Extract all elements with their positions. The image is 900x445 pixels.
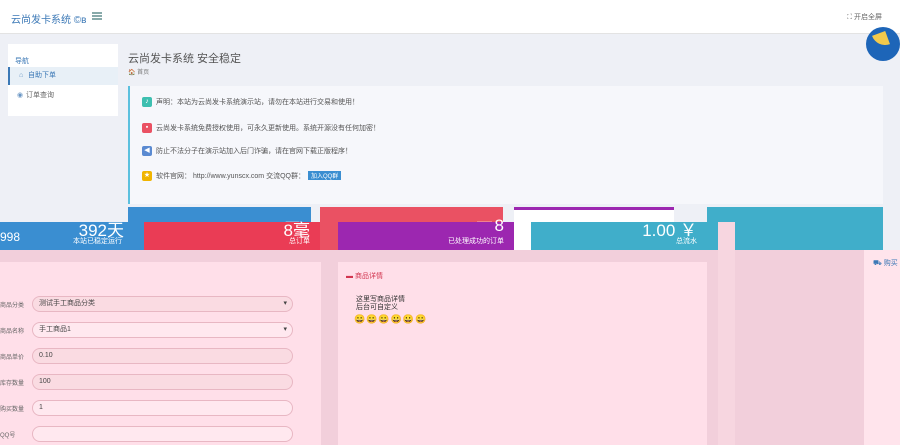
price-field: 0.10: [32, 348, 293, 364]
notice-item: ◀ 防止不法分子在演示站加入后门诈骗，请在官网下载正版程序！: [142, 146, 352, 157]
brand-logo[interactable]: 云尚发卡系统 ©ʙ: [11, 11, 86, 26]
qq-avatar-icon[interactable]: [866, 27, 900, 61]
sidebar-item-order[interactable]: ⌂ 自助下单: [8, 67, 118, 85]
detail-title-text: 商品详情: [354, 273, 383, 280]
stat-label: 已处理成功的订单: [448, 238, 504, 245]
eye-icon: ◉: [17, 92, 24, 99]
gift-icon: ▪: [142, 123, 152, 134]
emoji-row: 😀😀😀😀😀😀: [354, 314, 428, 324]
top-navbar: 云尚发卡系统 ©ʙ ⛶ 开启全屏: [0, 0, 900, 34]
menu-toggle-icon[interactable]: [92, 12, 102, 20]
category-select[interactable]: 测试手工商品分类: [32, 296, 293, 312]
star-icon: ★: [142, 171, 152, 182]
form-label: 商品分类: [0, 303, 25, 309]
buy-panel-title: ⛟ 购买: [873, 258, 898, 268]
home-icon: ⌂: [19, 72, 24, 79]
right-panel: [864, 250, 900, 445]
product-description: 这里写商品详情 后台可自定义: [356, 296, 405, 312]
description-line: 这里写商品详情: [356, 296, 405, 303]
detail-title: ▬ 商品详情: [346, 271, 383, 281]
bell-icon: ♪: [142, 97, 152, 108]
stat-label: 总流水: [676, 238, 697, 245]
notice-item: ★ 软件官网： http://www.yunscx.com 交流QQ群： 加入QQ群: [142, 171, 342, 182]
form-label: 商品名称: [0, 329, 25, 335]
card-icon: ▬: [346, 273, 355, 280]
sidebar-item-label: 自助下单: [28, 72, 56, 79]
form-label: 库存数量: [0, 381, 25, 387]
notice-text: 防止不法分子在演示站加入后门诈骗，请在官网下载正版程序！: [156, 148, 352, 155]
stat-card-success: 8 已处理成功的订单: [338, 216, 514, 250]
fullscreen-button[interactable]: ⛶ 开启全屏: [847, 12, 882, 22]
notice-text: 云尚发卡系统免费授权使用，可永久更新使用。系统开源没有任何加密！: [156, 125, 380, 132]
notice-text: 声明：本站为云尚发卡系统演示站，请勿在本站进行交易和使用！: [156, 99, 359, 106]
stat-value-clipped: 998: [0, 230, 21, 244]
product-detail-panel: [338, 262, 707, 445]
stat-card-flow-ghost: 1.00 ￥ 总流水: [531, 221, 707, 250]
stat-card-uptime-ghost: 392天 本站已稳定运行 998: [0, 221, 128, 250]
notice-item: ▪ 云尚发卡系统免费授权使用，可永久更新使用。系统开源没有任何加密！: [142, 123, 380, 134]
form-label: 商品单价: [0, 355, 25, 361]
form-label: 购买数量: [0, 407, 25, 413]
stat-label: 本站已稳定运行: [73, 238, 122, 245]
sidebar-heading: 导航: [15, 58, 29, 65]
description-line: 后台可自定义: [356, 304, 398, 311]
notice-item: ♪ 声明：本站为云尚发卡系统演示站，请勿在本站进行交易和使用！: [142, 97, 359, 108]
page-title: 云尚发卡系统 安全稳定: [128, 53, 242, 65]
quantity-input[interactable]: 1: [32, 400, 293, 416]
sidebar-item-query[interactable]: ◉ 订单查询: [8, 87, 118, 105]
join-qq-group-link[interactable]: 加入QQ群: [307, 171, 342, 180]
buy-panel-title-text: 购买: [883, 260, 898, 267]
cart-icon: ⛟: [873, 260, 882, 267]
form-label: QQ号: [0, 433, 16, 439]
bullhorn-icon: ◀: [142, 146, 152, 157]
sidebar-item-label: 订单查询: [26, 92, 54, 99]
qq-input[interactable]: [32, 426, 293, 442]
notice-panel: ♪ 声明：本站为云尚发卡系统演示站，请勿在本站进行交易和使用！ ▪ 云尚发卡系统免费…: [128, 86, 883, 204]
stat-card-orders-ghost: 8毫 总订单: [144, 221, 320, 250]
stat-label: 总订单: [289, 238, 310, 245]
sidebar: 导航 ⌂ 自助下单 ◉ 订单查询: [8, 44, 118, 116]
product-select[interactable]: 手工商品1: [32, 322, 293, 338]
scroll-strip[interactable]: [718, 222, 735, 445]
breadcrumb[interactable]: 🏠 首页: [128, 67, 149, 76]
notice-text: 软件官网： http://www.yunscx.com 交流QQ群：: [156, 173, 305, 180]
stock-field: 100: [32, 374, 293, 390]
stat-value: 8: [494, 216, 504, 235]
